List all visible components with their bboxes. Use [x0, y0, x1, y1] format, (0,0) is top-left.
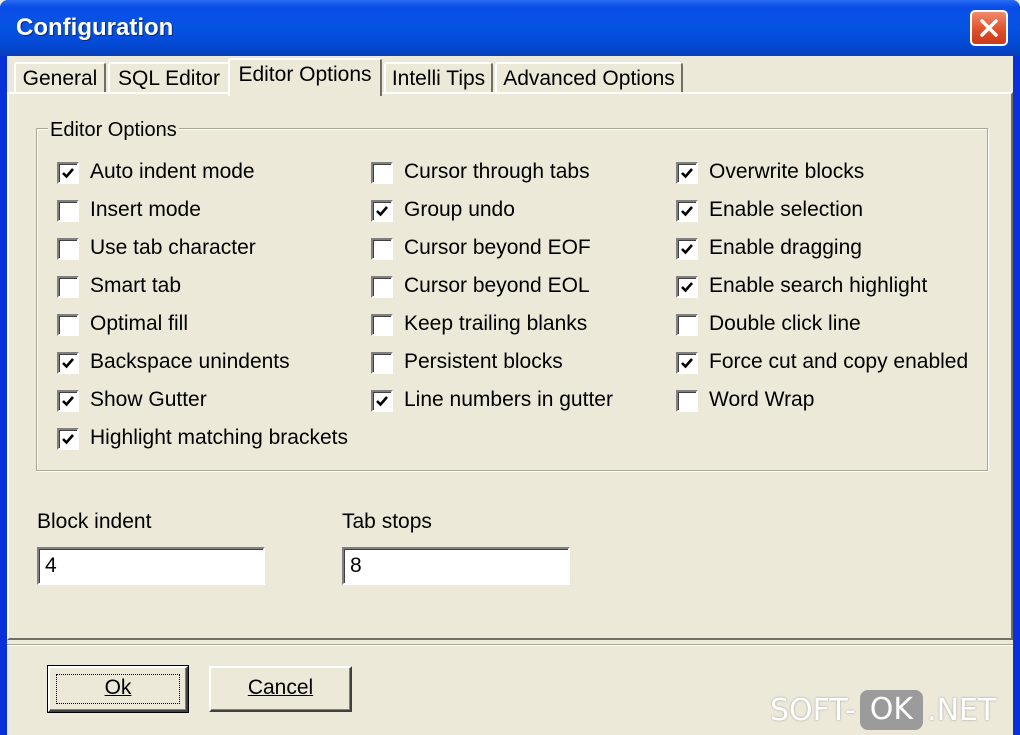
tab-label: General — [22, 67, 98, 90]
checkbox[interactable] — [57, 200, 79, 222]
block-indent-input[interactable] — [37, 547, 265, 585]
checkbox[interactable] — [57, 428, 79, 450]
checkbox[interactable] — [57, 352, 79, 374]
checkbox-label: Cursor beyond EOF — [404, 236, 591, 259]
checkbox[interactable] — [57, 390, 79, 412]
title-bar[interactable]: Configuration — [0, 0, 1020, 56]
checkbox[interactable] — [676, 352, 698, 374]
checkbox[interactable] — [57, 276, 79, 298]
checkmark-icon — [376, 396, 388, 407]
checkbox-label: Use tab character — [90, 236, 256, 259]
checkmark-icon — [681, 282, 693, 293]
checkbox-label: Word Wrap — [709, 388, 815, 411]
checkbox-label: Persistent blocks — [404, 350, 563, 373]
close-button[interactable] — [970, 10, 1008, 46]
checkbox[interactable] — [676, 200, 698, 222]
checkbox-label: Backspace unindents — [90, 350, 290, 373]
checkbox[interactable] — [676, 276, 698, 298]
checkbox[interactable] — [371, 200, 393, 222]
close-icon — [980, 19, 998, 37]
checkbox-label: Line numbers in gutter — [404, 388, 613, 411]
window-title: Configuration — [16, 14, 174, 41]
checkmark-icon — [62, 358, 74, 369]
checkmark-icon — [62, 434, 74, 445]
checkbox-label: Highlight matching brackets — [90, 426, 348, 449]
checkbox-label: Keep trailing blanks — [404, 312, 588, 335]
checkbox[interactable] — [676, 314, 698, 336]
checkmark-icon — [62, 168, 74, 179]
checkmark-icon — [681, 358, 693, 369]
block-indent-label: Block indent — [37, 510, 152, 533]
checkmark-icon — [681, 206, 693, 217]
group-label: Editor Options — [48, 119, 179, 142]
checkmark-icon — [681, 168, 693, 179]
tab-label: Advanced Options — [503, 67, 675, 90]
tab-intelli-tips[interactable]: Intelli Tips — [384, 62, 493, 92]
checkbox-label: Double click line — [709, 312, 861, 335]
checkbox-label: Enable selection — [709, 198, 864, 221]
button-separator — [7, 644, 1013, 646]
checkbox-label: Auto indent mode — [90, 160, 255, 183]
checkbox[interactable] — [371, 352, 393, 374]
tab-label: SQL Editor — [118, 67, 220, 90]
checkbox-label: Cursor through tabs — [404, 160, 590, 183]
checkbox-label: Force cut and copy enabled — [709, 350, 969, 373]
checkbox-label: Cursor beyond EOL — [404, 274, 590, 297]
checkbox[interactable] — [57, 314, 79, 336]
cancel-button-label: Cancel — [247, 676, 314, 699]
ok-button-label: Ok — [104, 676, 132, 699]
checkbox-label: Enable dragging — [709, 236, 862, 259]
checkbox[interactable] — [371, 162, 393, 184]
checkbox[interactable] — [676, 390, 698, 412]
tab-stops-label: Tab stops — [342, 510, 432, 533]
checkbox-label: Overwrite blocks — [709, 160, 865, 183]
tab-label: Editor Options — [238, 63, 372, 86]
tab-stops-input[interactable] — [342, 547, 570, 585]
tab-editor-options[interactable]: Editor Options — [228, 58, 382, 96]
checkbox[interactable] — [371, 238, 393, 260]
checkbox-label: Enable search highlight — [709, 274, 928, 297]
watermark-right: .NET — [927, 692, 997, 728]
checkbox-label: Optimal fill — [90, 312, 189, 335]
ok-button[interactable]: Ok — [47, 665, 189, 713]
checkbox[interactable] — [57, 162, 79, 184]
checkbox-label: Group undo — [404, 198, 515, 221]
checkbox-label: Show Gutter — [90, 388, 207, 411]
checkbox-label: Insert mode — [90, 198, 201, 221]
checkmark-icon — [62, 396, 74, 407]
checkbox[interactable] — [676, 162, 698, 184]
tab-advanced-options[interactable]: Advanced Options — [495, 62, 683, 92]
tab-label: Intelli Tips — [391, 67, 486, 90]
checkbox[interactable] — [57, 238, 79, 260]
checkbox-label: Smart tab — [90, 274, 182, 297]
watermark-left: SOFT- — [770, 692, 856, 728]
checkbox[interactable] — [371, 314, 393, 336]
cancel-button[interactable]: Cancel — [209, 666, 352, 712]
checkbox[interactable] — [676, 238, 698, 260]
watermark-badge: OK — [859, 690, 924, 730]
watermark: SOFT- OK .NET — [770, 690, 996, 730]
tab-general[interactable]: General — [14, 62, 106, 92]
checkbox[interactable] — [371, 276, 393, 298]
checkmark-icon — [681, 244, 693, 255]
tab-sql-editor[interactable]: SQL Editor — [108, 62, 230, 92]
checkmark-icon — [376, 206, 388, 217]
checkbox[interactable] — [371, 390, 393, 412]
